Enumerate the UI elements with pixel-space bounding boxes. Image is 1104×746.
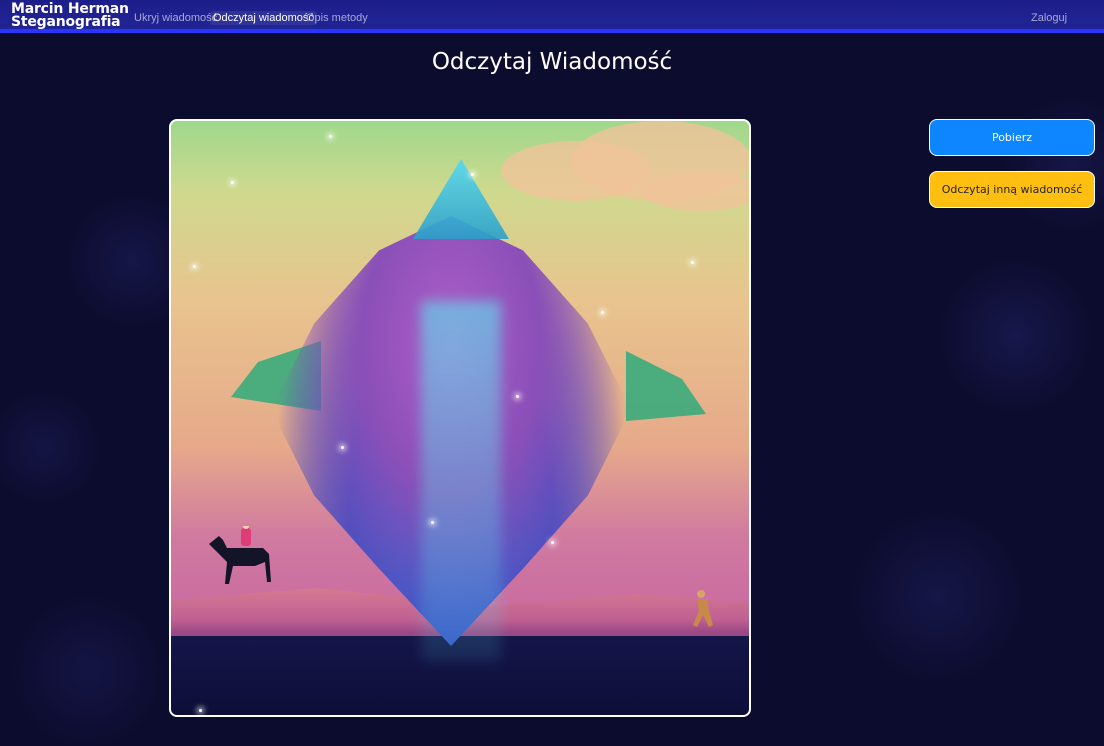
nav-link-read-message[interactable]: Odczytaj wiadomość	[210, 11, 317, 25]
top-navbar: Marcin Herman Steganografia Ukryj wiadom…	[0, 0, 1104, 33]
nav-link-hide-message[interactable]: Ukryj wiadomość	[131, 11, 220, 25]
page-title: Odczytaj Wiadomość	[431, 49, 673, 75]
nav-link-method-description[interactable]: Opis metody	[303, 11, 371, 25]
decoded-image	[169, 119, 751, 717]
brand-subtitle: Steganografia	[11, 14, 121, 30]
login-link[interactable]: Zaloguj	[1028, 11, 1070, 25]
download-button[interactable]: Pobierz	[929, 119, 1095, 156]
read-another-message-button[interactable]: Odczytaj inną wiadomość	[929, 171, 1095, 208]
brand-logo[interactable]: Marcin Herman Steganografia	[11, 2, 129, 30]
